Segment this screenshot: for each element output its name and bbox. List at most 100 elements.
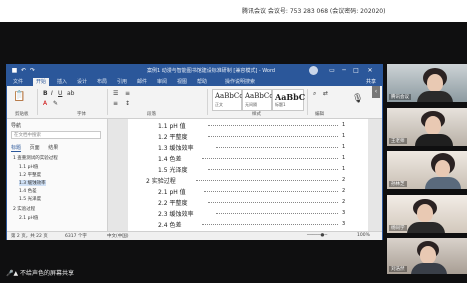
avatar[interactable] — [309, 66, 318, 75]
tell-me-search[interactable]: 操作说明搜索 — [225, 78, 255, 85]
title-bar: ■ ↶ ↷ 案例1 动漫与智能图书馆建设标准研制 [兼容模式] - Word ▭… — [7, 65, 382, 77]
group-styles: 样式 — [252, 112, 261, 117]
document-page[interactable]: 1.1 pH 值 1 1.2 平整度 1 1.3 缓蚀效率 1 1.4 色差 1… — [128, 119, 368, 231]
toc-leader — [202, 224, 338, 225]
nav-search-input[interactable]: 在文档中搜索 — [11, 131, 101, 139]
nav-title: 导航 — [11, 123, 22, 129]
nav-heading-item[interactable]: 1.5 光泽度 — [19, 196, 41, 202]
status-language[interactable]: 中文(中国) — [107, 233, 129, 239]
toc-entry[interactable]: 2.3 缓蚀效率 — [158, 209, 193, 218]
share-button[interactable]: 共享 — [366, 78, 376, 85]
toc-entry[interactable]: 1.4 色差 — [158, 154, 181, 163]
nav-heading-item[interactable]: 2 实验过程 — [13, 206, 35, 212]
zoom-level[interactable]: 100% — [357, 233, 370, 238]
toc-page-number: 1 — [342, 144, 346, 150]
nav-heading-item[interactable]: 1 查重测试的实验过程 — [13, 155, 58, 161]
bold-icon[interactable]: B — [43, 90, 48, 97]
tab-review[interactable]: 审阅 — [157, 78, 167, 85]
italic-icon[interactable]: I — [51, 90, 53, 97]
toc-entry[interactable]: 1.2 平整度 — [158, 132, 187, 141]
toc-entry[interactable]: 1.5 光泽度 — [158, 165, 187, 174]
status-words[interactable]: 6317 个字 — [65, 233, 87, 239]
save-icon[interactable]: ■ — [11, 67, 18, 74]
minimize-button[interactable]: ─ — [339, 66, 349, 75]
numbering-icon[interactable]: ≡ — [125, 90, 130, 97]
tab-design[interactable]: 设计 — [77, 78, 87, 85]
align-icon[interactable]: ≡ — [113, 100, 118, 107]
video-tile[interactable]: 杨同学 — [387, 195, 467, 233]
dictate-icon[interactable]: 🎙 — [352, 94, 363, 104]
toc-page-number: 1 — [342, 122, 346, 128]
nav-heading-item[interactable]: 1.4 色差 — [19, 188, 37, 194]
nav-tab-results[interactable]: 结果 — [48, 144, 58, 151]
toc-leader — [208, 169, 338, 170]
video-tile[interactable]: 孙林芝 — [387, 151, 467, 189]
ribbon-divider — [307, 89, 308, 115]
ribbon-divider — [107, 89, 108, 115]
toc-entry[interactable]: 1.3 缓蚀效率 — [158, 143, 193, 152]
group-font: 字体 — [77, 112, 86, 117]
toc-entry[interactable]: 2.1 pH 值 — [158, 187, 186, 196]
redo-icon[interactable]: ↷ — [29, 67, 36, 74]
nav-heading-item[interactable]: 1.3 缓蚀效率 — [19, 180, 46, 186]
collapse-arrow-icon[interactable]: ‹ — [372, 86, 380, 98]
underline-icon[interactable]: U — [58, 90, 62, 97]
group-paragraph: 段落 — [147, 112, 156, 117]
style-no-spacing[interactable]: AaBbCcI 无间隔 — [242, 89, 276, 111]
maximize-button[interactable]: □ — [351, 66, 361, 75]
microphone-icon[interactable]: 🎤▲ — [6, 270, 18, 277]
paste-icon[interactable]: 📋 — [13, 91, 25, 102]
participant-face — [420, 246, 436, 264]
tab-help[interactable]: 帮助 — [197, 78, 207, 85]
toc-page-number: 2 — [342, 177, 346, 183]
close-button[interactable]: ✕ — [365, 66, 375, 75]
tab-layout[interactable]: 布局 — [97, 78, 107, 85]
style-heading-1[interactable]: AaBbC 标题1 — [272, 89, 305, 111]
nav-heading-item[interactable]: 1.2 平整度 — [19, 172, 41, 178]
participant-name: 王老师 — [389, 138, 407, 144]
tab-file[interactable]: 文件 — [13, 78, 23, 85]
participant-face — [425, 116, 441, 135]
nav-tab-headings[interactable]: 标题 — [11, 144, 22, 152]
toc-entry[interactable]: 1.1 pH 值 — [158, 121, 186, 130]
ribbon-divider — [37, 89, 38, 115]
toc-entry[interactable]: 2.4 色差 — [158, 220, 181, 229]
undo-icon[interactable]: ↶ — [20, 67, 27, 74]
style-name: 标题1 — [275, 102, 286, 107]
style-name: 无间隔 — [245, 102, 257, 107]
tab-references[interactable]: 引用 — [117, 78, 127, 85]
replace-icon[interactable]: ⇄ — [323, 90, 328, 97]
tab-home[interactable]: 开始 — [33, 78, 50, 86]
zoom-slider[interactable]: ─────●─ — [307, 233, 327, 238]
strikethrough-icon[interactable]: ab — [67, 90, 75, 97]
toc-leader — [208, 202, 338, 203]
status-bar: 第 2 页，共 22 页 6317 个字 中文(中国) ─────●─ 100% — [7, 231, 382, 240]
style-normal[interactable]: AaBbCcI 正文 — [212, 89, 246, 111]
bullets-icon[interactable]: ☰ — [113, 90, 118, 97]
ribbon-display-icon[interactable]: ▭ — [327, 66, 337, 75]
tab-insert[interactable]: 插入 — [57, 78, 67, 85]
line-spacing-icon[interactable]: ↕ — [125, 100, 130, 107]
toc-entry[interactable]: 2 实验过程 — [146, 176, 176, 185]
tab-view[interactable]: 视图 — [177, 78, 187, 85]
word-window: ■ ↶ ↷ 案例1 动漫与智能图书馆建设标准研制 [兼容模式] - Word ▭… — [6, 64, 383, 240]
tab-mailings[interactable]: 邮件 — [137, 78, 147, 85]
participant-name: 孙林芝 — [389, 181, 407, 187]
find-icon[interactable]: ⌕ — [313, 90, 316, 98]
status-page[interactable]: 第 2 页，共 22 页 — [11, 233, 48, 239]
nav-heading-item[interactable]: 1.1 pH值 — [19, 164, 38, 170]
highlight-icon[interactable]: ✎ — [53, 100, 58, 107]
nav-tabs: 标题 页面 结果 — [11, 144, 65, 152]
video-tile[interactable]: 王老师 — [387, 108, 467, 146]
video-tile[interactable]: 刘浩然 — [387, 238, 467, 274]
video-tile[interactable]: 腾讯会议 — [387, 64, 467, 102]
toc-leader — [216, 213, 338, 214]
toc-entry[interactable]: 2.2 平整度 — [158, 198, 187, 207]
nav-tab-pages[interactable]: 页面 — [30, 144, 40, 151]
font-color-icon[interactable]: A — [43, 100, 47, 107]
nav-heading-item[interactable]: 2.1 pH值 — [19, 215, 38, 221]
meeting-info: 腾讯会议 会议号: 753 283 068 (会议密码: 202020) — [242, 8, 386, 15]
participant-body — [417, 91, 453, 102]
ribbon-tabs: 文件 开始 插入 设计 布局 引用 邮件 审阅 视图 帮助 操作说明搜索 共享 — [7, 77, 382, 86]
participant-name: 杨同学 — [389, 225, 407, 231]
